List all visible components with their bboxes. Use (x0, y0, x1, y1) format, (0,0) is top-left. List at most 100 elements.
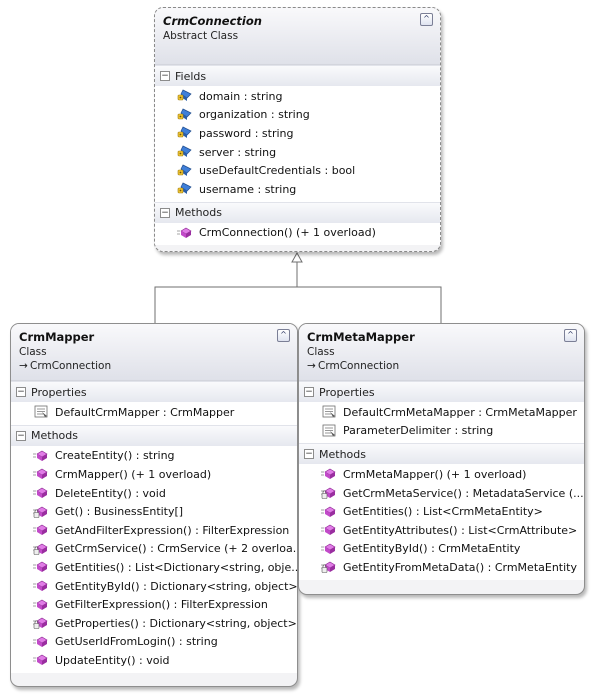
member-item[interactable]: DeleteEntity() : void (11, 484, 297, 503)
class-crm-connection[interactable]: CrmConnection Abstract Class ^ − Fields … (154, 7, 441, 252)
member-item[interactable]: GetEntities() : List<Dictionary<string, … (11, 558, 297, 577)
member-item[interactable]: UpdateEntity() : void (11, 651, 297, 670)
member-item[interactable]: DefaultCrmMapper : CrmMapper (11, 403, 297, 422)
public-method-icon (33, 598, 49, 612)
member-text: GetAndFilterExpression() : FilterExpress… (55, 523, 290, 537)
public-method-icon (33, 579, 49, 593)
private-method-icon (321, 486, 337, 500)
collapse-section-icon[interactable]: − (304, 387, 314, 397)
property-icon (321, 424, 337, 438)
methods-section-header[interactable]: − Methods (11, 424, 297, 446)
public-method-icon (321, 542, 337, 556)
inheritance-arrowhead (291, 251, 303, 263)
member-item[interactable]: GetUserIdFromLogin() : string (11, 633, 297, 652)
public-method-icon (177, 226, 193, 240)
fields-list: domain : string organization : string pass… (155, 86, 440, 202)
class-name: CrmMetaMapper (307, 330, 415, 344)
properties-list: DefaultCrmMapper : CrmMapper (11, 402, 297, 425)
collapse-class-icon[interactable]: ^ (564, 329, 577, 342)
member-text: Get() : BusinessEntity[] (55, 505, 184, 519)
methods-section-header[interactable]: − Methods (299, 443, 584, 465)
member-item[interactable]: GetEntityAttributes() : List<CrmAttribut… (299, 521, 584, 540)
class-name: CrmConnection (163, 14, 262, 28)
class-crm-mapper[interactable]: CrmMapper Class → CrmConnection ^ − Prope… (10, 323, 298, 687)
member-item[interactable]: GetFilterExpression() : FilterExpression (11, 595, 297, 614)
member-item[interactable]: GetEntities() : List<CrmMetaEntity> (299, 502, 584, 521)
member-item[interactable]: GetCrmMetaService() : MetadataService (.… (299, 484, 584, 503)
member-item[interactable]: GetEntityById() : CrmMetaEntity (299, 540, 584, 559)
member-text: CreateEntity() : string (55, 449, 175, 463)
collapse-section-icon[interactable]: − (304, 449, 314, 460)
base-class: → CrmConnection (307, 359, 576, 374)
public-method-icon (321, 523, 337, 537)
protected-field-icon (177, 89, 193, 103)
public-method-icon (33, 560, 49, 574)
class-header: CrmMetaMapper Class → CrmConnection ^ (299, 324, 584, 381)
section-label: Properties (319, 385, 375, 399)
member-text: GetProperties() : Dictionary<string, obj… (55, 616, 297, 630)
member-item[interactable]: domain : string (155, 87, 440, 106)
class-header: CrmMapper Class → CrmConnection ^ (11, 324, 297, 381)
collapse-section-icon[interactable]: − (16, 430, 26, 441)
methods-section-header[interactable]: − Methods (155, 201, 440, 223)
member-item[interactable]: organization : string (155, 106, 440, 125)
section-label: Methods (319, 447, 366, 461)
member-item[interactable]: ParameterDelimiter : string (299, 422, 584, 441)
protected-field-icon (177, 126, 193, 140)
section-label: Methods (175, 206, 222, 220)
class-kind: Class (307, 346, 335, 358)
member-item[interactable]: GetEntityFromMetaData() : CrmMetaEntity (299, 558, 584, 577)
member-item[interactable]: GetCrmService() : CrmService (+ 2 overlo… (11, 540, 297, 559)
member-item[interactable]: Get() : BusinessEntity[] (11, 502, 297, 521)
properties-section-header[interactable]: − Properties (11, 381, 297, 402)
section-label: Fields (175, 69, 207, 83)
property-icon (321, 405, 337, 419)
fields-section-header[interactable]: − Fields (155, 65, 440, 86)
member-text: CrmConnection() (+ 1 overload) (199, 226, 376, 240)
member-text: password : string (199, 126, 294, 140)
properties-section: − Properties DefaultCrmMapper : CrmMappe… (11, 381, 297, 425)
base-class: → CrmConnection (19, 359, 289, 374)
member-item[interactable]: username : string (155, 180, 440, 199)
private-method-icon (321, 560, 337, 574)
properties-list: DefaultCrmMetaMapper : CrmMetaMapper Para… (299, 402, 584, 444)
section-label: Methods (31, 429, 78, 443)
public-method-icon (33, 449, 49, 463)
collapse-section-icon[interactable]: − (160, 207, 170, 218)
class-kind: Class (19, 346, 47, 358)
public-method-icon (33, 523, 49, 537)
methods-section: − Methods CreateEntity() : string CrmMapp… (11, 424, 297, 673)
property-icon (33, 405, 49, 419)
collapse-section-icon[interactable]: − (160, 71, 170, 81)
public-method-icon (33, 467, 49, 481)
collapse-section-icon[interactable]: − (16, 387, 26, 397)
member-item[interactable]: GetEntityById() : Dictionary<string, obj… (11, 577, 297, 596)
member-text: GetEntityAttributes() : List<CrmAttribut… (343, 523, 578, 537)
member-text: GetEntityFromMetaData() : CrmMetaEntity (343, 560, 577, 574)
collapse-class-icon[interactable]: ^ (420, 13, 433, 26)
public-method-icon (33, 653, 49, 667)
collapse-class-icon[interactable]: ^ (277, 329, 290, 342)
private-method-icon (33, 505, 49, 519)
member-text: CrmMetaMapper() (+ 1 overload) (343, 467, 527, 481)
inheritance-line (154, 286, 442, 323)
member-item[interactable]: DefaultCrmMetaMapper : CrmMetaMapper (299, 403, 584, 422)
member-text: GetCrmMetaService() : MetadataService (.… (343, 486, 584, 500)
member-text: DeleteEntity() : void (55, 486, 166, 500)
member-item[interactable]: CrmConnection() (+ 1 overload) (155, 224, 440, 243)
member-text: ParameterDelimiter : string (343, 424, 494, 438)
member-item[interactable]: useDefaultCredentials : bool (155, 161, 440, 180)
member-item[interactable]: server : string (155, 143, 440, 162)
member-text: CrmMapper() (+ 1 overload) (55, 467, 212, 481)
member-item[interactable]: CreateEntity() : string (11, 447, 297, 466)
properties-section-header[interactable]: − Properties (299, 381, 584, 402)
protected-field-icon (177, 108, 193, 122)
member-item[interactable]: CrmMetaMapper() (+ 1 overload) (299, 465, 584, 484)
member-text: DefaultCrmMetaMapper : CrmMetaMapper (343, 405, 577, 419)
member-item[interactable]: CrmMapper() (+ 1 overload) (11, 465, 297, 484)
member-text: GetFilterExpression() : FilterExpression (55, 598, 268, 612)
class-crm-meta-mapper[interactable]: CrmMetaMapper Class → CrmConnection ^ − P… (298, 323, 585, 595)
member-item[interactable]: GetAndFilterExpression() : FilterExpress… (11, 521, 297, 540)
member-item[interactable]: password : string (155, 124, 440, 143)
member-item[interactable]: GetProperties() : Dictionary<string, obj… (11, 614, 297, 633)
